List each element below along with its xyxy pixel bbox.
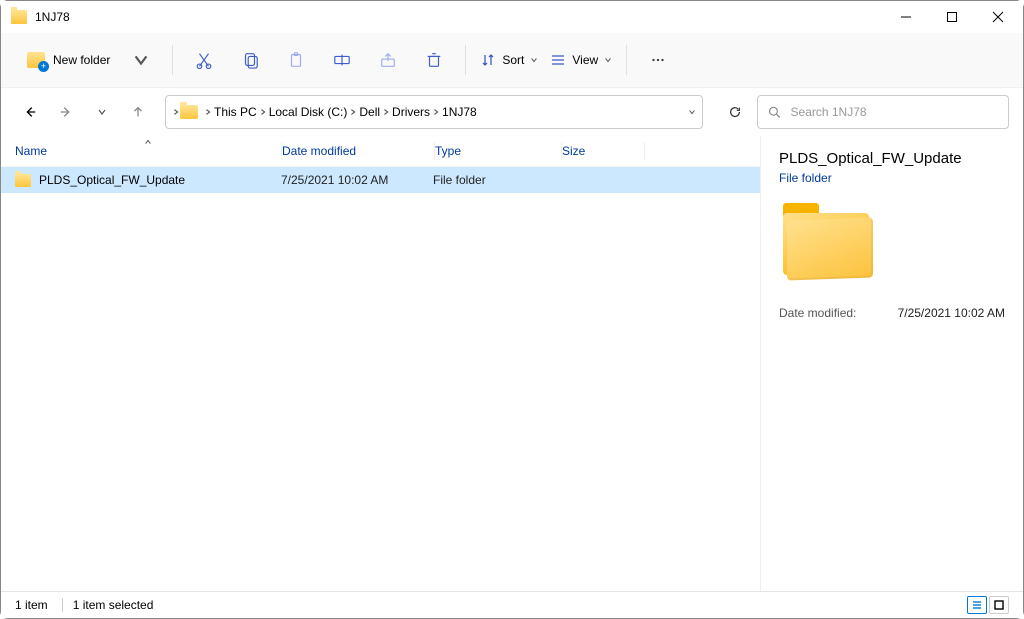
paste-button[interactable] (274, 42, 318, 78)
delete-button[interactable] (412, 42, 456, 78)
window-title: 1NJ78 (35, 10, 70, 24)
folder-icon (15, 174, 31, 187)
copy-button[interactable] (228, 42, 272, 78)
titlebar: 1NJ78 (1, 1, 1023, 33)
window-controls (883, 1, 1021, 33)
prop-value: 7/25/2021 10:02 AM (898, 306, 1005, 320)
details-pane: PLDS_Optical_FW_Update File folder Date … (761, 136, 1023, 591)
back-button[interactable] (15, 97, 45, 127)
large-icons-view-button[interactable] (989, 596, 1009, 614)
close-button[interactable] (975, 1, 1021, 33)
toolbar: New folder Sort View (1, 33, 1023, 88)
status-selection: 1 item selected (73, 598, 166, 612)
crumb-current[interactable]: 1NJ78 (440, 103, 479, 121)
row-type: File folder (433, 171, 559, 189)
row-date: 7/25/2021 10:02 AM (281, 171, 433, 189)
separator-icon (465, 45, 466, 75)
chevron-right-icon (204, 105, 212, 119)
separator-icon (626, 45, 627, 75)
drive-folder-icon (180, 105, 198, 119)
crumb-drivers[interactable]: Drivers (390, 103, 432, 121)
sort-label: Sort (502, 53, 524, 67)
cut-button[interactable] (182, 42, 226, 78)
prop-key: Date modified: (779, 306, 856, 320)
view-button[interactable]: View (544, 46, 618, 74)
search-box[interactable] (757, 95, 1009, 129)
status-item-count: 1 item (15, 598, 60, 612)
header-date[interactable]: Date modified (282, 142, 435, 160)
view-toggle-group (967, 596, 1009, 614)
view-label: View (572, 53, 598, 67)
crumb-local-disk[interactable]: Local Disk (C:) (267, 103, 350, 121)
new-folder-dropdown[interactable] (119, 42, 163, 78)
path-actions (688, 108, 696, 116)
content-area: Name Date modified Type Size PLDS_Optica… (1, 136, 1023, 591)
crumb-this-pc[interactable]: This PC (212, 103, 259, 121)
address-bar: This PC Local Disk (C:) Dell Drivers 1NJ… (1, 88, 1023, 136)
new-folder-label: New folder (53, 53, 110, 67)
rename-button[interactable] (320, 42, 364, 78)
minimize-button[interactable] (883, 1, 929, 33)
chevron-down-icon[interactable] (688, 108, 696, 116)
separator-icon (62, 598, 63, 612)
file-rows: PLDS_Optical_FW_Update 7/25/2021 10:02 A… (1, 167, 760, 193)
chevron-right-icon (432, 105, 440, 119)
recent-locations-button[interactable] (87, 97, 117, 127)
sort-ascending-icon (144, 136, 152, 148)
more-button[interactable] (636, 42, 680, 78)
separator-icon (172, 45, 173, 75)
crumb-dell[interactable]: Dell (357, 103, 382, 121)
share-button[interactable] (366, 42, 410, 78)
search-input[interactable] (789, 104, 998, 120)
sort-button[interactable]: Sort (474, 46, 544, 74)
search-icon (768, 105, 781, 119)
new-folder-button[interactable]: New folder (19, 46, 118, 74)
details-type[interactable]: File folder (779, 171, 1005, 185)
maximize-button[interactable] (929, 1, 975, 33)
header-size[interactable]: Size (562, 142, 645, 160)
header-type[interactable]: Type (435, 142, 562, 160)
folder-thumbnail-icon (783, 203, 873, 275)
file-list-pane: Name Date modified Type Size PLDS_Optica… (1, 136, 761, 591)
up-button[interactable] (123, 97, 153, 127)
chevron-right-icon (259, 105, 267, 119)
details-property: Date modified: 7/25/2021 10:02 AM (779, 303, 1005, 323)
new-folder-icon (27, 52, 45, 68)
status-bar: 1 item 1 item selected (1, 591, 1023, 618)
breadcrumb[interactable]: This PC Local Disk (C:) Dell Drivers 1NJ… (165, 95, 703, 129)
row-size (559, 178, 641, 182)
chevron-right-icon (349, 105, 357, 119)
refresh-button[interactable] (719, 96, 751, 128)
window-folder-icon (11, 10, 27, 24)
row-name-cell: PLDS_Optical_FW_Update (15, 171, 281, 189)
chevron-right-icon (382, 105, 390, 119)
column-headers: Name Date modified Type Size (1, 136, 760, 167)
details-view-button[interactable] (967, 596, 987, 614)
chevron-right-icon (172, 105, 180, 119)
details-title: PLDS_Optical_FW_Update (779, 150, 1005, 167)
row-name: PLDS_Optical_FW_Update (39, 173, 185, 187)
table-row[interactable]: PLDS_Optical_FW_Update 7/25/2021 10:02 A… (1, 167, 760, 193)
header-name[interactable]: Name (15, 142, 282, 160)
forward-button[interactable] (51, 97, 81, 127)
